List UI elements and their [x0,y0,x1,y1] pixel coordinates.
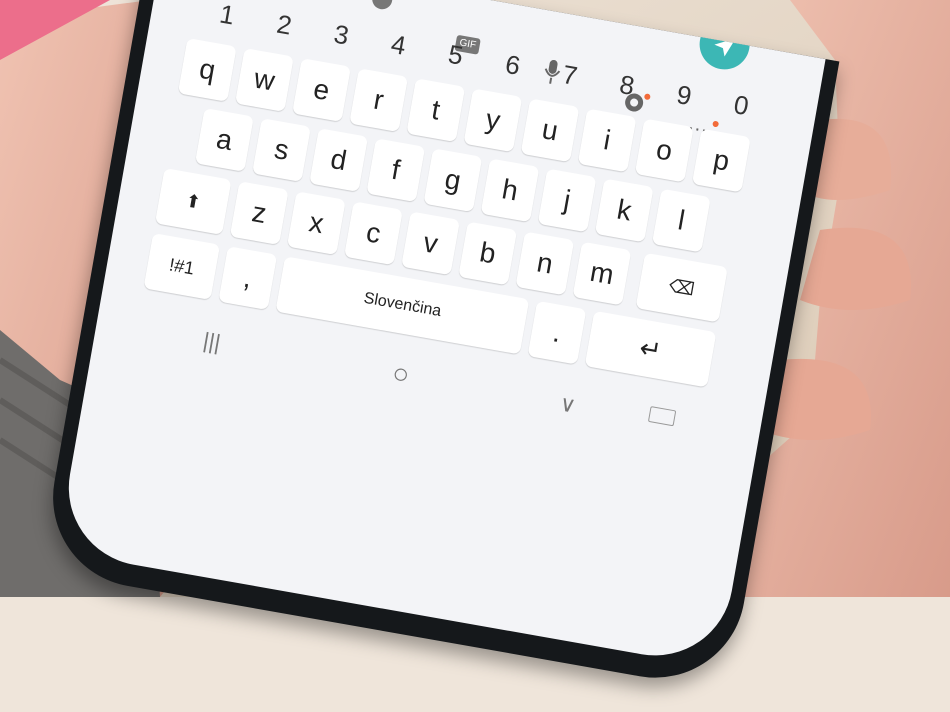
key-j[interactable]: j [538,168,597,232]
home-button[interactable]: ○ [390,357,412,391]
key-z[interactable]: z [230,181,289,245]
period-key[interactable]: . [528,301,587,365]
digit-8: 8 [599,61,655,109]
key-i[interactable]: i [578,109,637,173]
key-m[interactable]: m [572,242,631,306]
photo-scene: GIF ··· 1 2 3 4 5 6 7 8 [0,0,950,597]
digit-4: 4 [370,21,426,69]
back-button[interactable]: ∨ [558,390,578,418]
enter-key[interactable]: ↵ [585,311,717,388]
digit-2: 2 [256,1,312,49]
digit-1: 1 [199,0,255,39]
key-d[interactable]: d [309,128,368,192]
digit-3: 3 [313,11,369,59]
key-c[interactable]: c [344,201,403,265]
key-a[interactable]: a [195,108,254,172]
key-g[interactable]: g [423,148,482,212]
recents-button[interactable]: ||| [201,328,222,357]
more-notification-dot [712,121,719,128]
key-b[interactable]: b [458,221,517,285]
backspace-key[interactable]: ⌫ [635,253,727,323]
digit-5: 5 [428,31,484,79]
key-n[interactable]: n [515,232,574,296]
keyboard-hide-icon[interactable] [648,406,676,426]
key-x[interactable]: x [287,191,346,255]
comma-key[interactable]: , [218,246,277,310]
phone-screen: GIF ··· 1 2 3 4 5 6 7 8 [56,0,825,668]
key-o[interactable]: o [635,119,694,183]
key-l[interactable]: l [652,189,711,253]
key-s[interactable]: s [252,118,311,182]
key-w[interactable]: w [235,48,294,112]
digit-9: 9 [656,71,712,119]
symbols-key[interactable]: !#1 [143,233,220,300]
key-q[interactable]: q [178,38,237,102]
key-u[interactable]: u [521,98,580,162]
key-h[interactable]: h [481,158,540,222]
key-k[interactable]: k [595,179,654,243]
digit-7: 7 [542,51,598,99]
key-f[interactable]: f [366,138,425,202]
phone: GIF ··· 1 2 3 4 5 6 7 8 [35,0,839,712]
digit-0: 0 [713,81,769,129]
key-t[interactable]: t [406,78,465,142]
emoji-icon[interactable] [364,0,399,20]
shift-key[interactable]: ⬆ [155,168,232,235]
digit-6: 6 [485,41,541,89]
key-y[interactable]: y [463,88,522,152]
key-v[interactable]: v [401,211,460,275]
key-r[interactable]: r [349,68,408,132]
key-p[interactable]: p [692,129,751,193]
key-e[interactable]: e [292,58,351,122]
